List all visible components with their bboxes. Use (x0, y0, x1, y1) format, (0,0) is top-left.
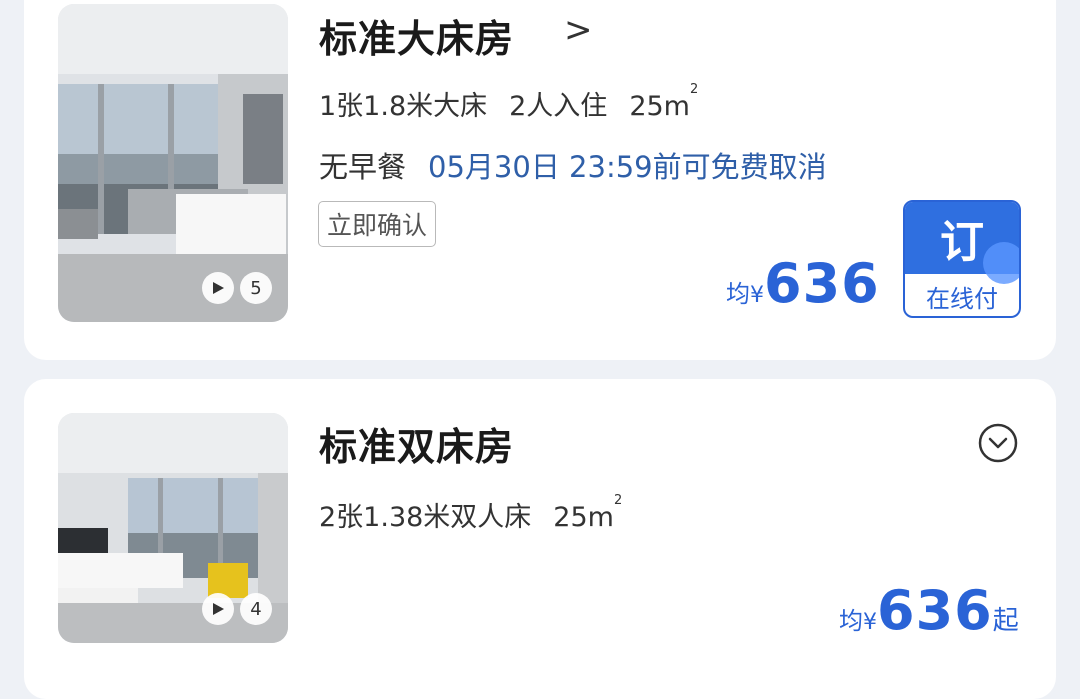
bed-info: 1张1.8米大床 (319, 91, 488, 122)
guest-info: 2人入住 (509, 91, 608, 122)
price: 均¥636 (726, 252, 880, 315)
room-photo[interactable]: 4 (58, 413, 288, 643)
media-badge[interactable]: 5 (202, 272, 272, 304)
area-info: 25m2 (629, 82, 699, 122)
area-info: 25m2 (553, 493, 623, 533)
room-specs: 1张1.8米大床 2人入住 25m2 (319, 82, 720, 123)
media-count: 5 (240, 272, 272, 304)
policy-line: 无早餐 05月30日 23:59前可免费取消 (319, 144, 827, 186)
play-icon[interactable] (202, 272, 234, 304)
meal-info: 无早餐 (319, 150, 407, 184)
room-photo[interactable]: 5 (58, 4, 288, 322)
media-count: 4 (240, 593, 272, 625)
instant-confirm-tag: 立即确认 (318, 201, 437, 247)
price: 均¥636起 (839, 579, 1019, 642)
chevron-down-circle-icon[interactable] (978, 423, 1018, 463)
room-card-twin[interactable]: 4 标准双床房 2张1.38米双人床 25m2 均¥636起 (24, 379, 1056, 699)
play-icon[interactable] (202, 593, 234, 625)
room-title[interactable]: 标准双床房 (319, 416, 514, 471)
book-button[interactable]: 订 在线付 (903, 200, 1021, 318)
room-specs: 2张1.38米双人床 25m2 (319, 493, 644, 534)
chevron-right-icon[interactable]: > (564, 10, 593, 50)
bed-info: 2张1.38米双人床 (319, 502, 532, 533)
book-label: 订 (940, 217, 984, 268)
room-title[interactable]: 标准大床房 (319, 8, 514, 63)
media-badge[interactable]: 4 (202, 593, 272, 625)
room-card-king[interactable]: 5 标准大床房 > 1张1.8米大床 2人入住 25m2 无早餐 05月30日 23:… (24, 0, 1056, 360)
cancel-policy: 05月30日 23:59前可免费取消 (428, 150, 827, 184)
